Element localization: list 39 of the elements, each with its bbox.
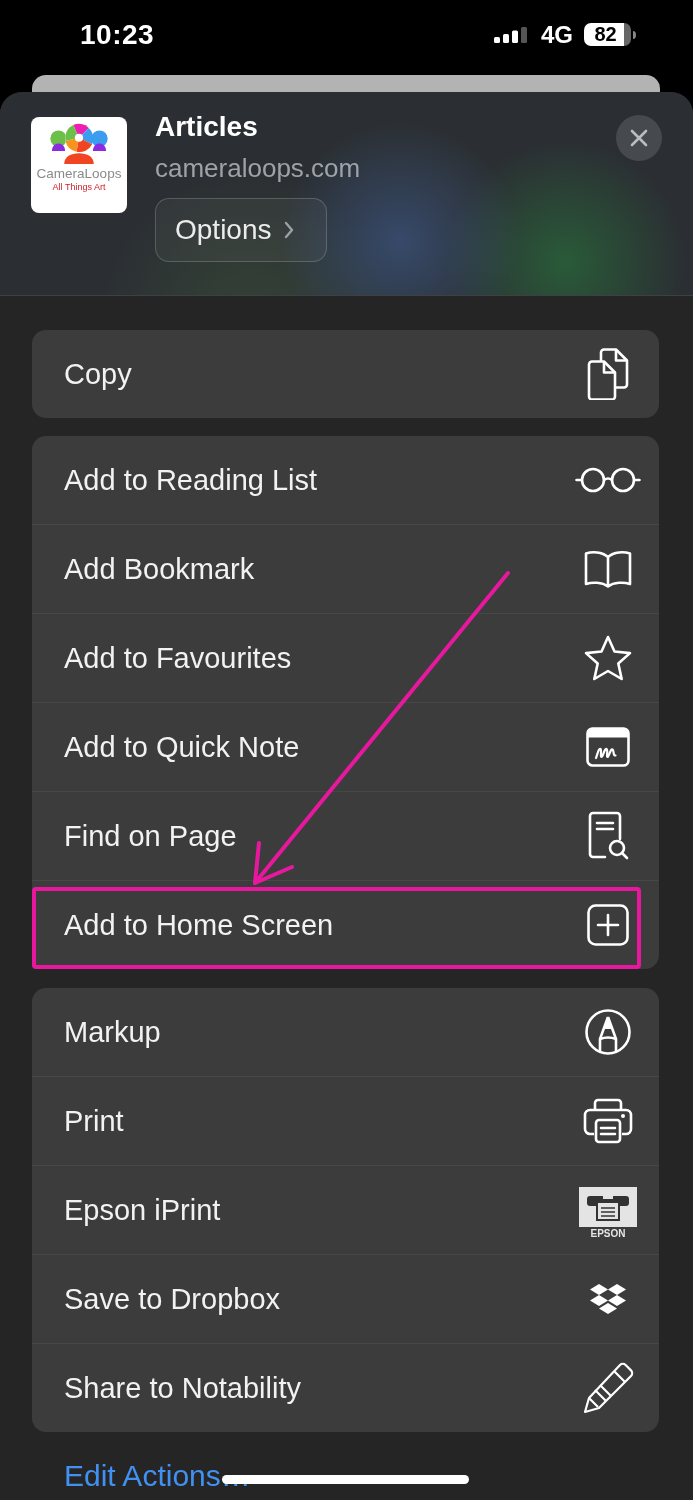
glasses-icon [575,467,641,493]
menu-item[interactable]: Markup [32,988,659,1076]
menu-item[interactable]: Save to Dropbox [32,1254,659,1343]
sheet-title: Articles [155,110,258,144]
chevron-right-icon [283,221,294,239]
status-time: 10:23 [80,18,155,51]
close-button[interactable] [616,115,662,161]
printer-tile-icon [579,1186,637,1227]
plus-square-icon [587,904,629,946]
battery-tip-icon [633,30,636,39]
pencil-icon [582,1362,634,1414]
edit-actions-link[interactable]: Edit Actions… [64,1458,251,1494]
printer-icon [583,1098,633,1144]
note-scribble-icon [586,727,630,767]
network-label: 4G [541,20,573,49]
documents-icon [586,348,630,400]
site-url: cameraloops.com [155,152,361,184]
menu-item[interactable]: Add to Favourites [32,613,659,702]
open-book-icon [584,550,632,588]
document-search-icon [587,811,629,861]
menu-item[interactable]: Find on Page [32,791,659,880]
logo-wordmark: CameraLoops [36,166,122,182]
menu-item[interactable]: Copy [32,330,659,418]
options-button[interactable]: Options [155,198,327,262]
stacked-diamonds-icon [590,1283,626,1315]
menu-item[interactable]: Add Bookmark [32,524,659,613]
logo-tagline: All Things Art [52,182,106,193]
menu-item[interactable]: Add to Reading List [32,436,659,524]
menu-item[interactable]: Epson iPrint EPSON [32,1165,659,1254]
menu-item[interactable]: Add to Quick Note [32,702,659,791]
icon-caption: EPSON [590,1227,626,1240]
menu-item[interactable]: Share to Notability [32,1343,659,1432]
menu-item[interactable]: Add to Home Screen [32,880,659,969]
signal-icon [494,26,528,43]
battery-level: 82 [584,23,631,46]
pen-circle-icon [585,1009,631,1055]
menu-item[interactable]: Print [32,1076,659,1165]
star-icon [584,635,632,681]
close-icon [630,129,648,147]
